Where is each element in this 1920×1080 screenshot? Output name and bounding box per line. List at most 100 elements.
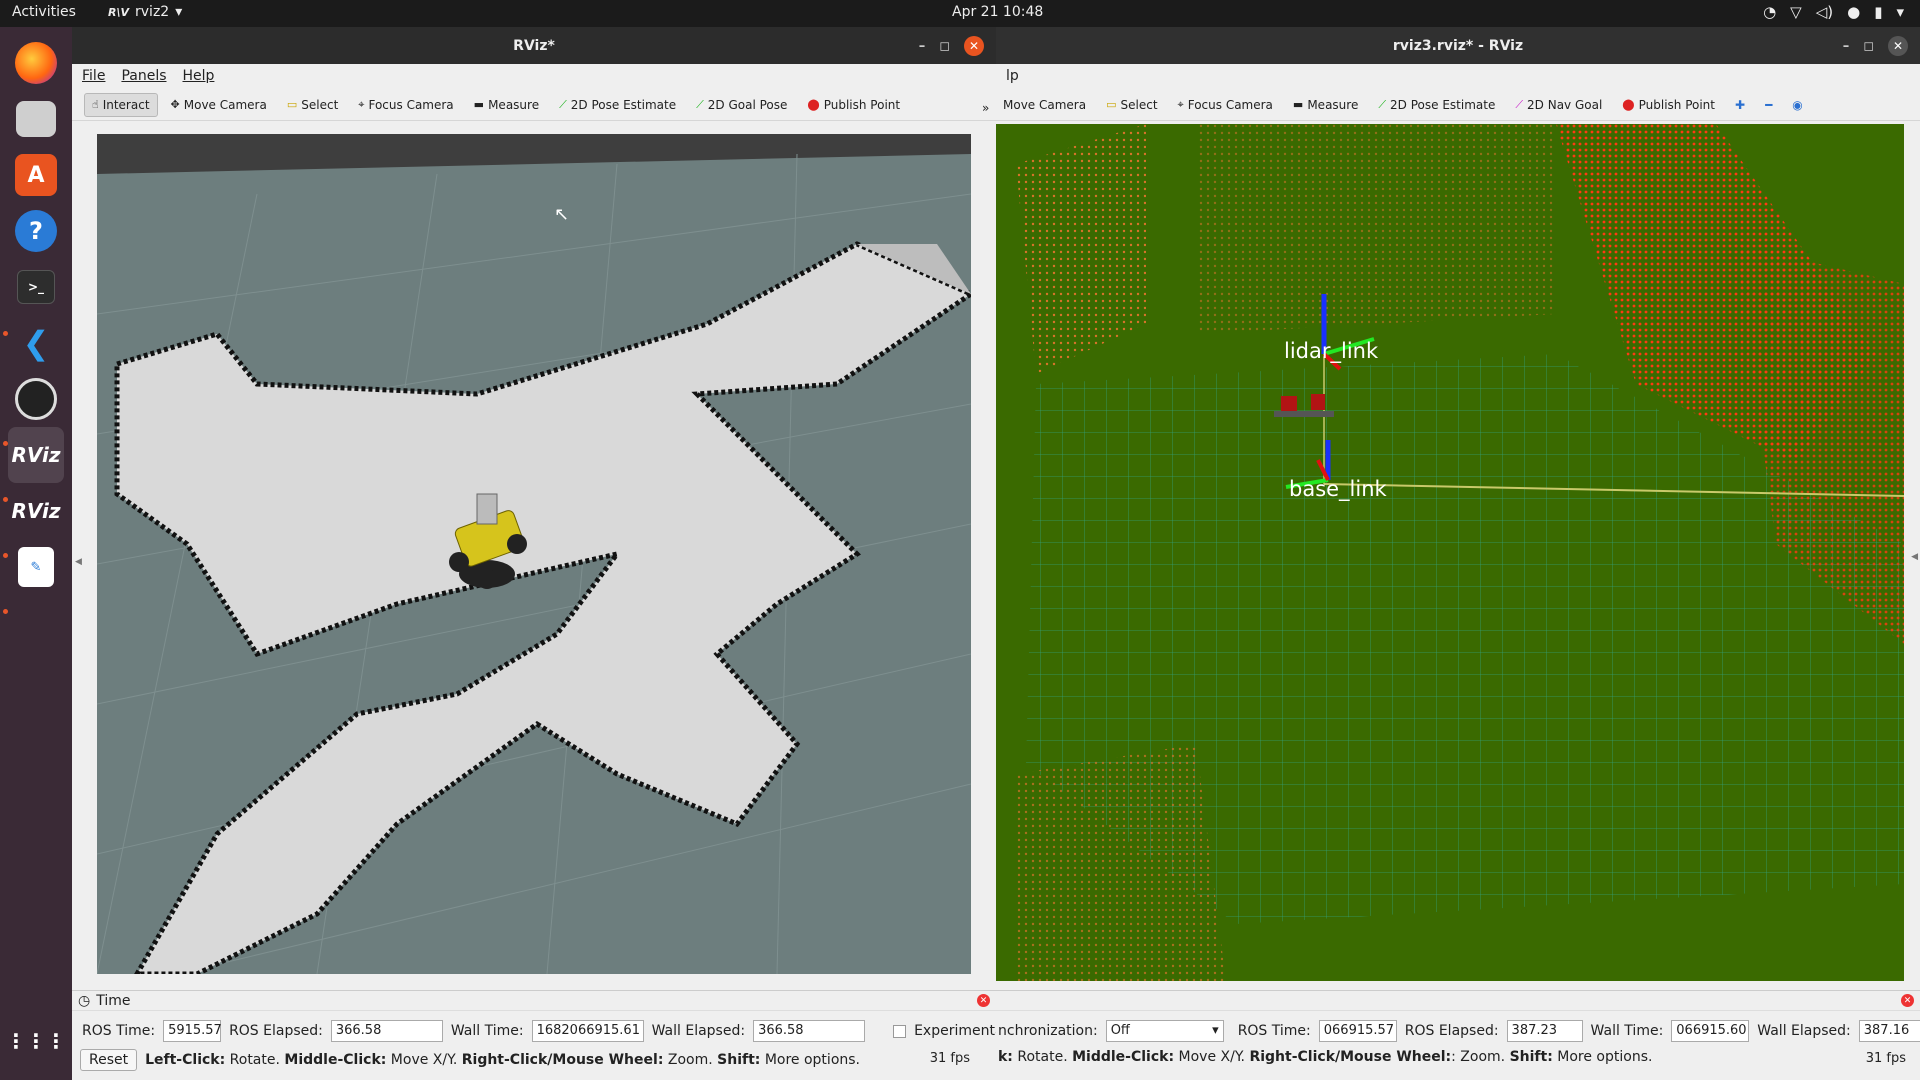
- tool-select[interactable]: ▭ Select: [280, 94, 345, 116]
- tool-focus-camera[interactable]: ⌖ Focus Camera: [351, 94, 460, 116]
- terminal-launcher[interactable]: >_: [8, 259, 64, 315]
- close-panel-icon[interactable]: ✕: [1901, 994, 1914, 1007]
- tool-select[interactable]: ▭ Select: [1099, 94, 1164, 116]
- tool-label: 2D Pose Estimate: [1390, 97, 1496, 112]
- microphone-icon[interactable]: ●: [1847, 3, 1860, 21]
- wall-elapsed-label: Wall Elapsed:: [651, 1023, 746, 1039]
- top-bar: Activities R\V rviz2 ▾ Apr 21 10:48 ◔ ▽ …: [0, 0, 1920, 27]
- maximize-icon[interactable]: ◻: [939, 39, 950, 54]
- close-panel-icon[interactable]: ✕: [977, 994, 990, 1007]
- synchronization-select[interactable]: Off ▾: [1105, 1020, 1224, 1042]
- tool-2d-pose-estimate[interactable]: ⟋ 2D Pose Estimate: [552, 94, 683, 116]
- tool-2d-goal-pose[interactable]: ⟋ 2D Goal Pose: [689, 94, 794, 116]
- battery-icon[interactable]: ▮: [1874, 3, 1882, 21]
- reset-button[interactable]: Reset: [80, 1049, 138, 1071]
- ros-elapsed-field[interactable]: 387.23: [1506, 1020, 1583, 1042]
- time-panel-header: ✕: [996, 991, 1920, 1011]
- sync-icon[interactable]: ◔: [1763, 3, 1776, 21]
- chevron-down-icon[interactable]: ▾: [1896, 3, 1904, 21]
- pose-arrow-icon: ⟋: [559, 97, 567, 111]
- close-icon[interactable]: ✕: [1888, 36, 1908, 56]
- select-icon: ▭: [1106, 98, 1117, 111]
- synchronization-label: nchronization:: [998, 1023, 1098, 1039]
- tool-2d-nav-goal[interactable]: ⟋ 2D Nav Goal: [1508, 94, 1609, 116]
- minimize-icon[interactable]: –: [1843, 39, 1850, 54]
- 3d-viewport[interactable]: lidar_link base_link: [996, 124, 1904, 981]
- activities-button[interactable]: Activities: [12, 4, 76, 20]
- help-launcher[interactable]: ?: [8, 203, 64, 259]
- obs-launcher[interactable]: [8, 371, 64, 427]
- ros-elapsed-field[interactable]: 366.58: [330, 1020, 443, 1042]
- tool-2d-pose-estimate[interactable]: ⟋ 2D Pose Estimate: [1371, 94, 1502, 116]
- tool-interact[interactable]: ☝ Interact: [84, 92, 158, 117]
- occupancy-map-render: [97, 134, 971, 974]
- maximize-icon[interactable]: ◻: [1863, 39, 1874, 54]
- menu-help[interactable]: lp: [1006, 68, 1019, 84]
- clock[interactable]: Apr 21 10:48: [952, 4, 1043, 20]
- rviz-launcher[interactable]: RViz: [8, 483, 64, 539]
- menu-help[interactable]: Help: [183, 68, 215, 84]
- tool-publish-point[interactable]: ⬤ Publish Point: [800, 94, 907, 116]
- tool-focus-camera[interactable]: ⌖ Focus Camera: [1171, 94, 1280, 116]
- menu-panels[interactable]: Panels: [121, 68, 166, 84]
- camera-type-button[interactable]: ◉: [1785, 94, 1809, 116]
- tool-toolbar: ☝ Interact ✥ Move Camera ▭ Select ⌖ Focus Ca…: [72, 89, 996, 121]
- tool-label: Measure: [488, 97, 540, 112]
- remove-tool-button[interactable]: ━: [1758, 94, 1779, 116]
- close-icon[interactable]: ✕: [964, 36, 984, 56]
- files-launcher[interactable]: [8, 91, 64, 147]
- frame-label-base-link: base_link: [1289, 477, 1387, 501]
- tool-label: 2D Pose Estimate: [570, 97, 677, 112]
- menu-file[interactable]: File: [82, 68, 105, 84]
- collapse-left-icon[interactable]: ◀: [75, 557, 82, 567]
- vscode-launcher[interactable]: ❮: [8, 315, 64, 371]
- system-tray[interactable]: ◔ ▽ ◁) ● ▮ ▾: [1763, 3, 1904, 21]
- app-center-icon: A: [15, 154, 57, 196]
- rviz-launcher[interactable]: RViz: [8, 427, 64, 483]
- text-editor-launcher[interactable]: ✎: [8, 539, 64, 595]
- tool-toolbar: Move Camera ▭ Select ⌖ Focus Camera ▬ Measu…: [996, 89, 1920, 121]
- wall-elapsed-field[interactable]: 387.16: [1858, 1020, 1920, 1042]
- time-panel: ◷ Time ✕ ROS Time: 5915.57 ROS Elapsed: …: [72, 990, 1007, 1080]
- ros-time-field[interactable]: 066915.57: [1318, 1020, 1397, 1042]
- nav-goal-arrow-icon: ⟋: [1515, 97, 1524, 111]
- wall-time-label: Wall Time:: [1590, 1023, 1664, 1039]
- tool-label: Focus Camera: [1187, 97, 1273, 112]
- rviz-app-icon: R\V: [108, 5, 130, 19]
- wall-time-field[interactable]: 066915.60: [1671, 1020, 1750, 1042]
- time-panel-header: ◷ Time ✕: [72, 991, 996, 1011]
- tool-label: Focus Camera: [368, 97, 454, 112]
- tool-label: Select: [301, 97, 339, 112]
- tool-move-camera[interactable]: Move Camera: [996, 94, 1093, 116]
- wall-elapsed-label: Wall Elapsed:: [1757, 1023, 1851, 1039]
- tool-measure[interactable]: ▬ Measure: [1286, 94, 1365, 116]
- 3d-viewport[interactable]: ↖: [97, 134, 971, 974]
- toolbar-overflow-icon[interactable]: »: [982, 101, 989, 115]
- pointer-icon: ☝: [92, 98, 99, 111]
- wall-elapsed-field[interactable]: 366.58: [753, 1020, 866, 1042]
- app-menu[interactable]: R\V rviz2 ▾: [108, 4, 182, 20]
- obs-icon: [15, 378, 57, 420]
- help-icon: ?: [15, 210, 57, 252]
- app-menu-label: rviz2: [135, 4, 170, 20]
- network-icon[interactable]: ▽: [1790, 3, 1802, 21]
- window-titlebar[interactable]: rviz3.rviz* - RViz – ◻ ✕: [996, 27, 1920, 64]
- volume-icon[interactable]: ◁): [1816, 3, 1833, 21]
- show-apps-button[interactable]: ⋮⋮⋮: [6, 1013, 66, 1069]
- tool-publish-point[interactable]: ⬤ Publish Point: [1615, 94, 1722, 116]
- window-titlebar[interactable]: RViz* – ◻ ✕: [72, 27, 996, 64]
- experimental-label: Experimental: [914, 1023, 1008, 1039]
- firefox-launcher[interactable]: [8, 35, 64, 91]
- app-center-launcher[interactable]: A: [8, 147, 64, 203]
- terminal-icon: >_: [17, 270, 55, 304]
- tool-measure[interactable]: ▬ Measure: [467, 94, 546, 116]
- add-tool-button[interactable]: ✚: [1728, 94, 1752, 116]
- tool-label: Interact: [102, 97, 150, 112]
- collapse-right-icon[interactable]: ◀: [1911, 552, 1918, 562]
- ros-time-field[interactable]: 5915.57: [163, 1020, 222, 1042]
- minimize-icon[interactable]: –: [919, 39, 926, 54]
- experimental-checkbox[interactable]: [893, 1024, 907, 1038]
- help-hint: Left-Click: Rotate. Middle-Click: Move X…: [145, 1052, 860, 1068]
- wall-time-field[interactable]: 1682066915.61: [531, 1020, 644, 1042]
- tool-move-camera[interactable]: ✥ Move Camera: [164, 94, 274, 116]
